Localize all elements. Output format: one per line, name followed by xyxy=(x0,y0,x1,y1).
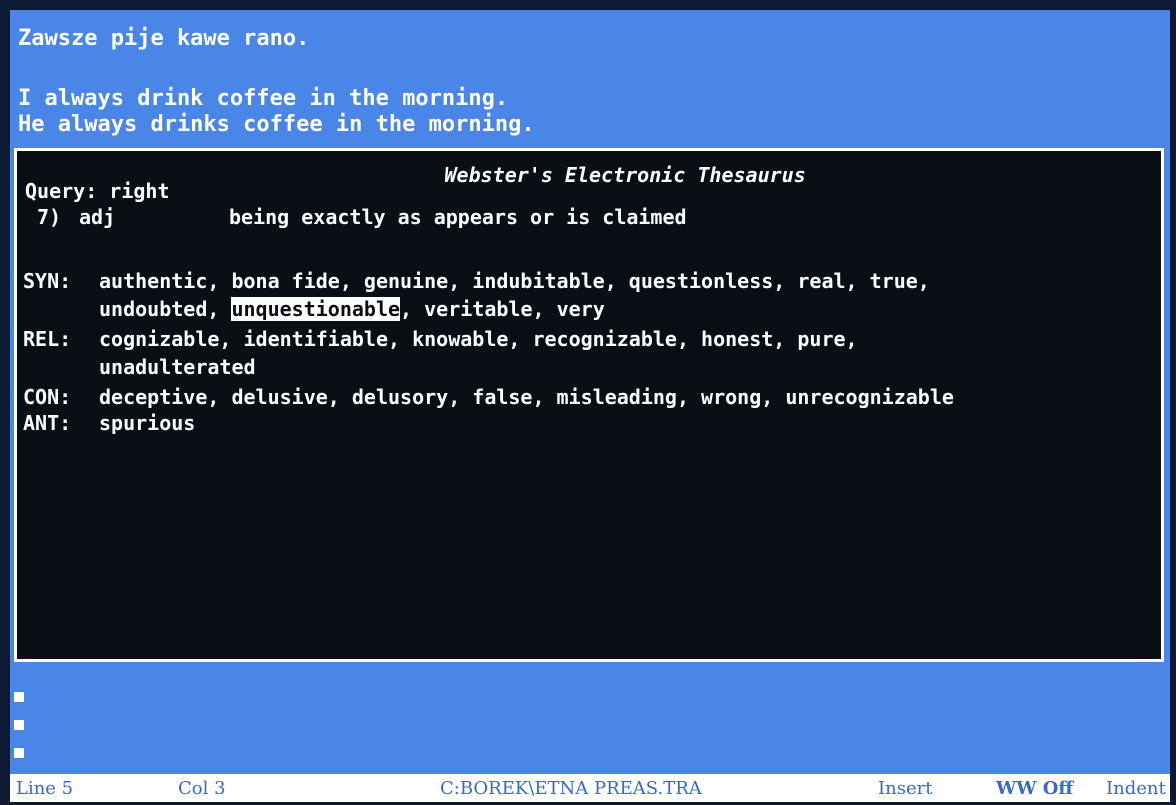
selected-synonym[interactable]: unquestionable xyxy=(231,297,401,321)
editor-line-2[interactable]: I always drink coffee in the morning. xyxy=(18,86,508,112)
con-line-1[interactable]: deceptive, delusive, delusory, false, mi… xyxy=(99,385,954,409)
status-mode: Insert xyxy=(878,778,933,799)
status-col: Col 3 xyxy=(178,778,226,799)
part-of-speech: adj xyxy=(79,205,116,229)
query-row: Query: right xyxy=(25,179,170,203)
dialog-title: Webster's Electronic Thesaurus xyxy=(444,163,806,187)
query-label: Query: xyxy=(25,179,98,203)
editor-line-1[interactable]: Zawsze pije kawe rano. xyxy=(18,26,309,52)
rel-label: REL: xyxy=(23,327,72,351)
status-file-path: C:BOREK\ETNA PREAS.TRA xyxy=(440,778,702,799)
thesaurus-dialog: Webster's Electronic Thesaurus Query: ri… xyxy=(14,148,1164,662)
query-value[interactable]: right xyxy=(109,179,169,203)
status-indent: Indent xyxy=(1106,778,1166,799)
syn-word-undoubted[interactable]: undoubted, xyxy=(99,297,219,321)
line-marker xyxy=(14,692,24,702)
line-marker xyxy=(14,720,24,730)
rel-line-2[interactable]: unadulterated xyxy=(99,355,256,379)
rel-line-1[interactable]: cognizable, identifiable, knowable, reco… xyxy=(99,327,858,351)
sense-number: 7) xyxy=(37,205,62,229)
syn-line-2: undoubted, unquestionable, veritable, ve… xyxy=(99,297,605,321)
con-label: CON: xyxy=(23,385,72,409)
definition: being exactly as appears or is claimed xyxy=(229,205,687,229)
status-line: Line 5 xyxy=(16,778,74,799)
editor-bottom-area[interactable] xyxy=(10,672,1170,772)
ant-label: ANT: xyxy=(23,411,72,435)
syn-label: SYN: xyxy=(23,269,72,293)
line-marker xyxy=(14,748,24,758)
syn-line-1[interactable]: authentic, bona fide, genuine, indubitab… xyxy=(99,269,930,293)
syn-line-2-rest[interactable]: , veritable, very xyxy=(400,297,605,321)
status-bar: Line 5 Col 3 C:BOREK\ETNA PREAS.TRA Inse… xyxy=(10,772,1170,802)
editor-screen[interactable]: Zawsze pije kawe rano. I always drink co… xyxy=(10,10,1170,802)
ant-line-1[interactable]: spurious xyxy=(99,411,195,435)
status-wordwrap: WW Off xyxy=(996,778,1074,799)
